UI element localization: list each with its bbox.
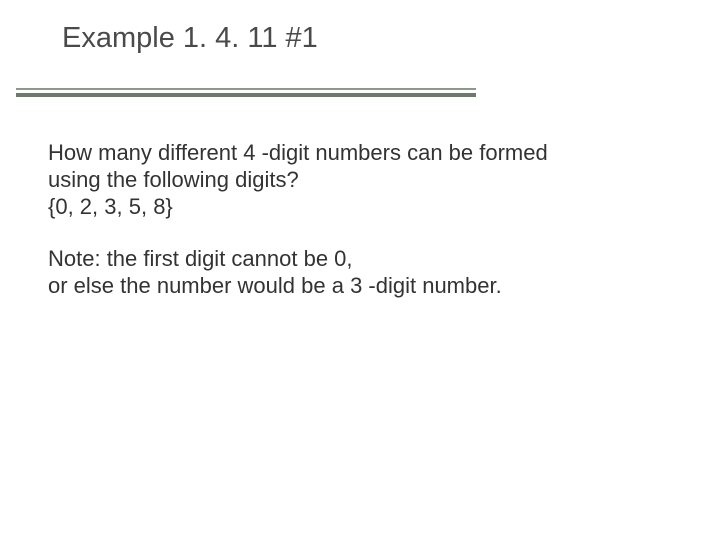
underline-thin <box>16 88 476 90</box>
body-line: using the following digits? <box>48 167 660 194</box>
underline-thick <box>16 93 476 97</box>
title-underline <box>16 88 476 97</box>
body-line: {0, 2, 3, 5, 8} <box>48 194 660 221</box>
body-line: Note: the first digit cannot be 0, <box>48 246 660 273</box>
body-line: or else the number would be a 3 -digit n… <box>48 273 660 300</box>
slide-title: Example 1. 4. 11 #1 <box>62 22 318 55</box>
slide: Example 1. 4. 11 #1 How many different 4… <box>0 0 720 540</box>
body-line: How many different 4 -digit numbers can … <box>48 140 660 167</box>
slide-body: How many different 4 -digit numbers can … <box>48 140 660 300</box>
paragraph-gap <box>48 220 660 246</box>
